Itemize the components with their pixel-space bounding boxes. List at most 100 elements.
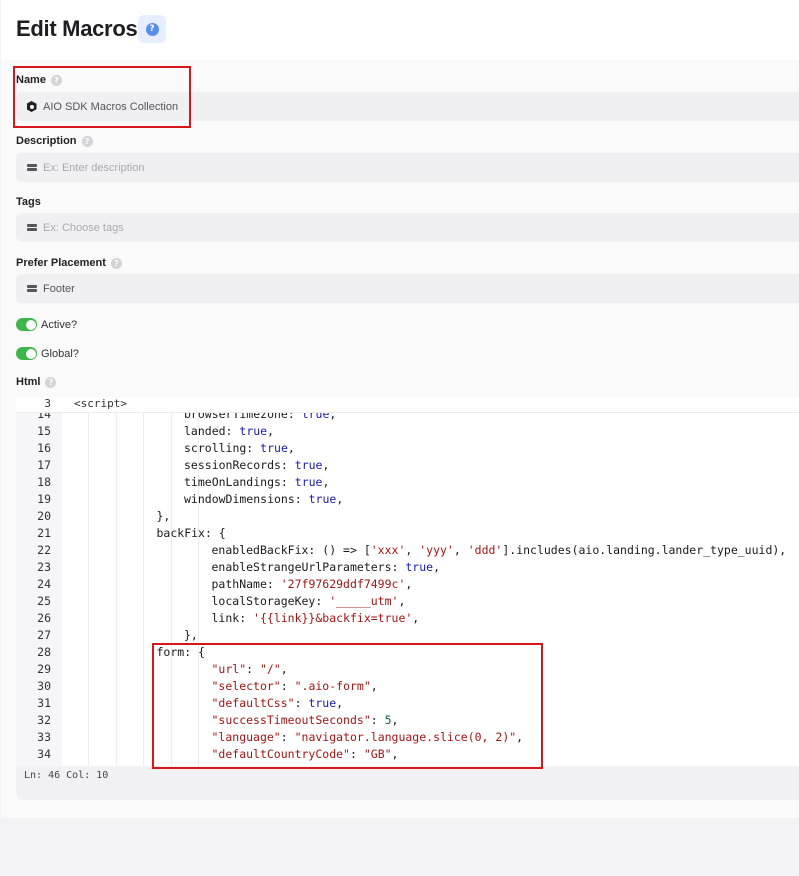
code-token: timeOnLandings: (184, 475, 295, 489)
stack-icon (26, 162, 37, 173)
line-number: 33 (37, 730, 51, 744)
code-token: '{{link}}&backfix=true' (253, 611, 413, 625)
code-token: enableStrangeUrlParameters: (211, 560, 406, 574)
html-help-icon[interactable]: ? (45, 376, 57, 388)
code-text: localStorageKey: '_____utm', (212, 593, 406, 610)
placement-value: Footer (43, 282, 75, 295)
code-line[interactable]: 24 pathName: '27f97629ddf7499c', (16, 576, 799, 593)
code-line[interactable]: 27}, (16, 627, 799, 644)
tags-field[interactable]: Ex: Choose tags (16, 213, 799, 242)
code-line[interactable]: 26 link: '{{link}}&backfix=true', (16, 610, 799, 627)
code-text: browserTimezone: true, (184, 412, 336, 423)
code-text: timeOnLandings: true, (184, 474, 329, 491)
code-token: , (322, 475, 330, 489)
description-help-icon[interactable]: ? (81, 135, 93, 147)
code-line[interactable]: 23 enableStrangeUrlParameters: true, (16, 559, 799, 576)
code-token: 'yyy' (419, 543, 454, 557)
placement-help-icon[interactable]: ? (110, 257, 122, 269)
code-text: scrolling: true, (184, 440, 295, 457)
code-token: scrolling: (184, 441, 261, 455)
global-toggle[interactable] (16, 347, 37, 360)
line-number: 17 (37, 458, 51, 472)
code-token: localStorageKey: (211, 594, 330, 608)
code-token: 'ddd' (467, 543, 503, 557)
code-token: , (405, 543, 420, 557)
line-number: 23 (37, 560, 51, 574)
active-label: Active? (41, 318, 78, 331)
code-token: 'xxx' (370, 543, 406, 557)
help-icon: ? (145, 22, 159, 36)
code-token: backFix: { (156, 526, 226, 540)
code-token: pathName: (211, 577, 281, 591)
code-token: }, (184, 628, 198, 642)
code-token: true (294, 458, 323, 472)
code-line[interactable]: 15 landed: true, (16, 423, 799, 440)
code-token: true (301, 412, 330, 421)
description-field[interactable]: Ex: Enter description (16, 153, 799, 182)
line-number: 28 (37, 645, 51, 659)
line-number: 30 (37, 679, 51, 693)
code-line[interactable]: 22 enabledBackFix: () => ['xxx', 'yyy', '… (16, 542, 799, 559)
code-line[interactable]: 17 sessionRecords: true, (16, 457, 799, 474)
stack-icon (26, 222, 37, 233)
line-number: 16 (37, 441, 51, 455)
code-text: backFix: { (157, 525, 226, 542)
line-number: 22 (37, 543, 51, 557)
code-text: pathName: '27f97629ddf7499c', (212, 576, 413, 593)
code-token: , (398, 594, 406, 608)
code-token: landed: (184, 424, 240, 438)
code-token: link: (211, 611, 254, 625)
tags-label: Tags (16, 196, 41, 208)
line-number: 26 (37, 611, 51, 625)
line-number: 18 (37, 475, 51, 489)
line-number: 20 (37, 509, 51, 523)
active-toggle[interactable] (16, 318, 37, 331)
code-token: , (267, 424, 275, 438)
code-token: , (287, 441, 295, 455)
stack-icon (26, 283, 37, 294)
code-text: }, (184, 627, 198, 644)
page-title: Edit Macros (16, 16, 138, 41)
code-line[interactable]: 21 backFix: { (16, 525, 799, 542)
code-line[interactable]: 18 timeOnLandings: true, (16, 474, 799, 491)
code-token: enabledBackFix: () => [ (211, 543, 371, 557)
active-toggle-row[interactable]: Active? (16, 318, 77, 331)
line-number: 34 (37, 747, 51, 761)
global-label: Global? (41, 347, 79, 360)
code-token: , (405, 577, 413, 591)
code-line[interactable]: 14 browserTimezone: true, (16, 412, 799, 423)
description-label: Description ? (16, 135, 93, 147)
placement-label: Prefer Placement ? (16, 257, 122, 269)
code-text: windowDimensions: true, (184, 491, 343, 508)
line-number: 19 (37, 492, 51, 506)
code-text: sessionRecords: true, (184, 457, 329, 474)
cursor-position-status: Ln: 46 Col: 10 (24, 770, 109, 781)
help-button[interactable]: ? (138, 15, 166, 43)
code-token: windowDimensions: (184, 492, 309, 506)
code-line[interactable]: 19 windowDimensions: true, (16, 491, 799, 508)
code-token: ].includes(aio.landing.lander_type_uuid)… (502, 543, 787, 557)
line-number: 25 (37, 594, 51, 608)
line-number: 14 (37, 412, 51, 421)
code-token: , (322, 458, 330, 472)
code-token: , (336, 492, 344, 506)
code-token: , (433, 560, 441, 574)
code-token: , (453, 543, 468, 557)
code-line[interactable]: 16 scrolling: true, (16, 440, 799, 457)
description-placeholder: Ex: Enter description (43, 161, 145, 174)
code-token: true (308, 492, 337, 506)
line-number: 29 (37, 662, 51, 676)
global-toggle-row[interactable]: Global? (16, 347, 79, 360)
code-line[interactable]: 20}, (16, 508, 799, 525)
code-text: }, (157, 508, 171, 525)
placement-select[interactable]: Footer (16, 274, 799, 303)
code-token: browserTimezone: (184, 412, 302, 421)
form-config-highlight-box (152, 643, 543, 769)
code-text: enabledBackFix: () => ['xxx', 'yyy', 'dd… (212, 542, 787, 559)
header: Edit Macros ? (1, 0, 799, 60)
code-token: '_____utm' (329, 594, 399, 608)
code-line[interactable]: 25 localStorageKey: '_____utm', (16, 593, 799, 610)
code-token: true (239, 424, 268, 438)
code-text: enableStrangeUrlParameters: true, (212, 559, 441, 576)
edit-macros-panel: Edit Macros ? Name ? AIO SDK Macros Coll… (1, 0, 799, 818)
